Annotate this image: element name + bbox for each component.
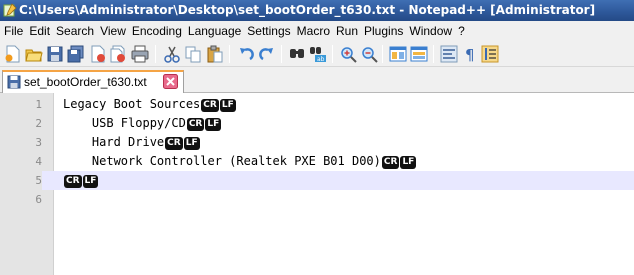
line-text-container: Network Controller (Realtek PXE B01 D00)… — [63, 152, 417, 171]
cut-icon[interactable] — [163, 45, 181, 63]
line-text-container: Hard Drive CR LF — [63, 133, 200, 152]
save-all-icon[interactable] — [67, 45, 85, 63]
line-text: Hard Drive — [63, 135, 165, 149]
notepad-plus-plus-icon[interactable] — [3, 3, 17, 17]
menu-run[interactable]: Run — [333, 21, 361, 41]
window-title: C:\Users\Administrator\Desktop\set_bootO… — [19, 3, 596, 17]
menu-window[interactable]: Window — [406, 21, 455, 41]
saved-file-icon — [7, 75, 21, 89]
menu-plugins[interactable]: Plugins — [361, 21, 406, 41]
zoom-in-icon[interactable] — [339, 45, 357, 63]
tab-label: set_bootOrder_t630.txt — [24, 75, 147, 89]
toolbar-separator — [229, 45, 230, 63]
open-file-icon[interactable] — [25, 45, 43, 63]
toolbar-separator — [382, 45, 383, 63]
eol-cr-marker: CR — [381, 156, 400, 169]
indent-guide-icon[interactable] — [481, 45, 499, 63]
word-wrap-icon[interactable] — [440, 45, 458, 63]
save-icon[interactable] — [46, 45, 64, 63]
toolbar-separator — [433, 45, 434, 63]
editor-line-current[interactable]: 5 CR LF — [0, 171, 634, 190]
menu-macro[interactable]: Macro — [294, 21, 333, 41]
eol-cr-marker: CR — [64, 175, 82, 188]
show-all-characters-icon[interactable]: ¶ — [461, 45, 479, 63]
menu-edit[interactable]: Edit — [26, 21, 53, 41]
line-text-container: Legacy Boot Sources CR LF — [63, 95, 236, 114]
toolbar: ab ¶ — [0, 41, 634, 67]
title-bar: C:\Users\Administrator\Desktop\set_bootO… — [0, 0, 634, 21]
editor-line[interactable]: 6 — [0, 190, 634, 209]
eol-lf-marker: LF — [183, 137, 200, 150]
svg-text:¶: ¶ — [465, 46, 475, 63]
paste-icon[interactable] — [206, 45, 224, 63]
copy-icon[interactable] — [184, 45, 202, 63]
line-number: 1 — [35, 98, 42, 111]
editor-line[interactable]: 3 Hard Drive CR LF — [0, 133, 634, 152]
line-text-container: CR LF — [63, 171, 99, 190]
menu-help[interactable]: ? — [455, 21, 468, 41]
editor-area[interactable]: 1 Legacy Boot Sources CR LF 2 USB Floppy/C… — [0, 93, 634, 275]
line-number: 2 — [35, 117, 42, 130]
editor-line[interactable]: 2 USB Floppy/CD CR LF — [0, 114, 634, 133]
toolbar-separator — [281, 45, 282, 63]
close-all-icon[interactable] — [109, 45, 127, 63]
line-text: USB Floppy/CD — [63, 116, 186, 130]
new-file-icon[interactable] — [4, 45, 22, 63]
toolbar-separator — [332, 45, 333, 63]
menu-view[interactable]: View — [97, 21, 129, 41]
sync-horizontal-icon[interactable] — [410, 45, 428, 63]
line-text: Legacy Boot Sources — [63, 97, 201, 111]
editor-line[interactable]: 4 Network Controller (Realtek PXE B01 D0… — [0, 152, 634, 171]
line-number: 6 — [35, 193, 42, 206]
menu-file[interactable]: File — [0, 21, 26, 41]
menu-settings[interactable]: Settings — [244, 21, 293, 41]
line-text: Network Controller (Realtek PXE B01 D00) — [63, 154, 381, 168]
menu-search[interactable]: Search — [53, 21, 97, 41]
menu-encoding[interactable]: Encoding — [129, 21, 185, 41]
line-number: 4 — [35, 155, 42, 168]
sync-vertical-icon[interactable] — [389, 45, 407, 63]
svg-text:ab: ab — [317, 56, 325, 63]
eol-lf-marker: LF — [219, 99, 236, 112]
line-number: 5 — [0, 171, 42, 190]
redo-icon[interactable] — [258, 45, 276, 63]
file-tab[interactable]: set_bootOrder_t630.txt — [2, 70, 184, 93]
eol-lf-marker: LF — [205, 118, 222, 131]
line-text-container: USB Floppy/CD CR LF — [63, 114, 222, 133]
undo-icon[interactable] — [237, 45, 255, 63]
close-tab-icon[interactable] — [163, 74, 178, 89]
eol-cr-marker: CR — [165, 137, 183, 150]
eol-cr-marker: CR — [186, 118, 205, 131]
zoom-out-icon[interactable] — [360, 45, 378, 63]
eol-cr-marker: CR — [201, 99, 219, 112]
tab-bar: set_bootOrder_t630.txt — [0, 67, 634, 93]
editor-line[interactable]: 1 Legacy Boot Sources CR LF — [0, 95, 634, 114]
replace-icon[interactable]: ab — [309, 45, 327, 63]
line-number: 3 — [35, 136, 42, 149]
close-icon[interactable] — [89, 45, 107, 63]
find-icon[interactable] — [288, 45, 306, 63]
eol-lf-marker: LF — [400, 156, 417, 169]
menu-bar: File Edit Search View Encoding Language Settin… — [0, 21, 634, 41]
toolbar-separator — [155, 45, 156, 63]
menu-language[interactable]: Language — [185, 21, 244, 41]
eol-lf-marker: LF — [82, 175, 99, 188]
print-icon[interactable] — [131, 45, 149, 63]
